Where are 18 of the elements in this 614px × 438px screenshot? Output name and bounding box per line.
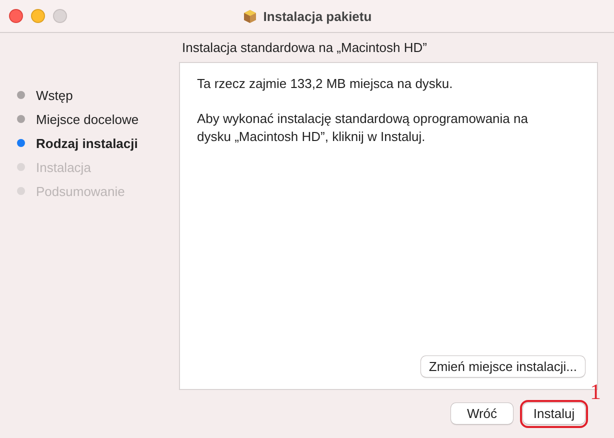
change-location-button[interactable]: Zmień miejsce instalacji... — [420, 356, 585, 377]
step-label: Miejsce docelowe — [36, 112, 139, 126]
step-label: Instalacja — [36, 160, 91, 174]
box-icon — [242, 8, 258, 24]
step-label: Podsumowanie — [36, 184, 125, 198]
back-button[interactable]: Wróć — [451, 403, 513, 424]
body-text: Ta rzecz zajmie 133,2 MB miejsca na dysku. — [197, 75, 454, 93]
step-label: Wstęp — [36, 88, 73, 102]
annotation-number: 1 — [590, 379, 601, 405]
window-title: Instalacja pakietu — [263, 8, 372, 24]
page-heading: Instalacja standardowa na „Macintosh HD” — [181, 39, 428, 57]
close-button[interactable] — [9, 9, 23, 23]
minimize-button[interactable] — [31, 9, 45, 23]
install-button[interactable]: Instaluj — [523, 403, 585, 424]
step-label: Rodzaj instalacji — [36, 136, 138, 150]
highlight-ring — [520, 400, 588, 428]
zoom-button[interactable] — [53, 9, 67, 23]
body-text: Aby wykonać instalację standardową oprogramowania na dysku „Macintosh HD”, kliknij w Instaluj. — [197, 110, 529, 146]
